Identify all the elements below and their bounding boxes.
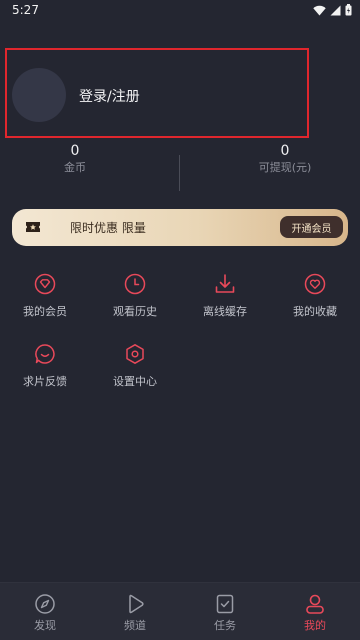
nav-label-mine: 我的 (304, 619, 326, 632)
status-icons (313, 4, 352, 16)
vip-promo-text: 限时优惠 限量 (70, 221, 146, 235)
nav-channel[interactable]: 频道 (105, 593, 165, 633)
menu-label-request-feedback: 求片反馈 (23, 375, 67, 388)
bottom-nav: 发现 频道 任务 我的 (0, 582, 360, 640)
withdraw-stat[interactable]: 0 可提现(元) (250, 143, 320, 175)
menu-label-settings: 设置中心 (113, 375, 157, 388)
nav-tasks[interactable]: 任务 (195, 593, 255, 633)
user-icon (306, 594, 324, 614)
cellular-icon (330, 5, 341, 15)
clock-icon (124, 273, 146, 295)
menu-label-offline-cache: 离线缓存 (203, 305, 247, 318)
heart-icon (304, 273, 326, 295)
menu-label-my-vip: 我的会员 (23, 305, 67, 318)
smile-chat-icon (35, 344, 55, 364)
coins-stat[interactable]: 0 金币 (50, 143, 100, 175)
menu-item-offline-cache[interactable]: 离线缓存 (190, 273, 260, 319)
stats-divider (179, 155, 180, 191)
battery-icon (345, 4, 352, 16)
settings-icon (126, 344, 144, 364)
compass-icon (35, 594, 55, 614)
open-vip-button[interactable]: 开通会员 (280, 216, 343, 238)
profile-screen: 5:27 登录/注册 0 金币 0 可提现(元) 限时优惠 限量 开通会员 我的… (0, 0, 360, 640)
withdraw-label: 可提现(元) (258, 161, 312, 174)
download-icon (215, 274, 235, 293)
login-register-link[interactable]: 登录/注册 (79, 86, 140, 106)
status-time: 5:27 (12, 3, 39, 17)
nav-label-discover: 发现 (34, 619, 56, 632)
menu-label-favorites: 我的收藏 (293, 305, 337, 318)
nav-mine[interactable]: 我的 (285, 593, 345, 633)
menu-item-favorites[interactable]: 我的收藏 (280, 273, 350, 319)
vip-banner[interactable]: 限时优惠 限量 开通会员 (12, 209, 348, 246)
play-icon (129, 594, 144, 614)
ticket-icon (26, 222, 40, 232)
task-icon (216, 594, 234, 614)
nav-discover[interactable]: 发现 (15, 593, 75, 633)
nav-label-tasks: 任务 (214, 619, 236, 632)
status-bar: 5:27 (0, 0, 360, 22)
menu-item-watch-history[interactable]: 观看历史 (100, 273, 170, 319)
menu-item-my-vip[interactable]: 我的会员 (10, 273, 80, 319)
coins-value: 0 (70, 143, 80, 159)
menu-label-watch-history: 观看历史 (113, 305, 157, 318)
coins-label: 金币 (64, 161, 86, 174)
nav-label-channel: 频道 (124, 619, 146, 632)
withdraw-value: 0 (280, 143, 290, 159)
wifi-icon (313, 5, 326, 15)
avatar[interactable] (12, 68, 66, 122)
menu-item-settings[interactable]: 设置中心 (100, 343, 170, 389)
menu-item-request-feedback[interactable]: 求片反馈 (10, 343, 80, 389)
diamond-icon (34, 273, 56, 295)
